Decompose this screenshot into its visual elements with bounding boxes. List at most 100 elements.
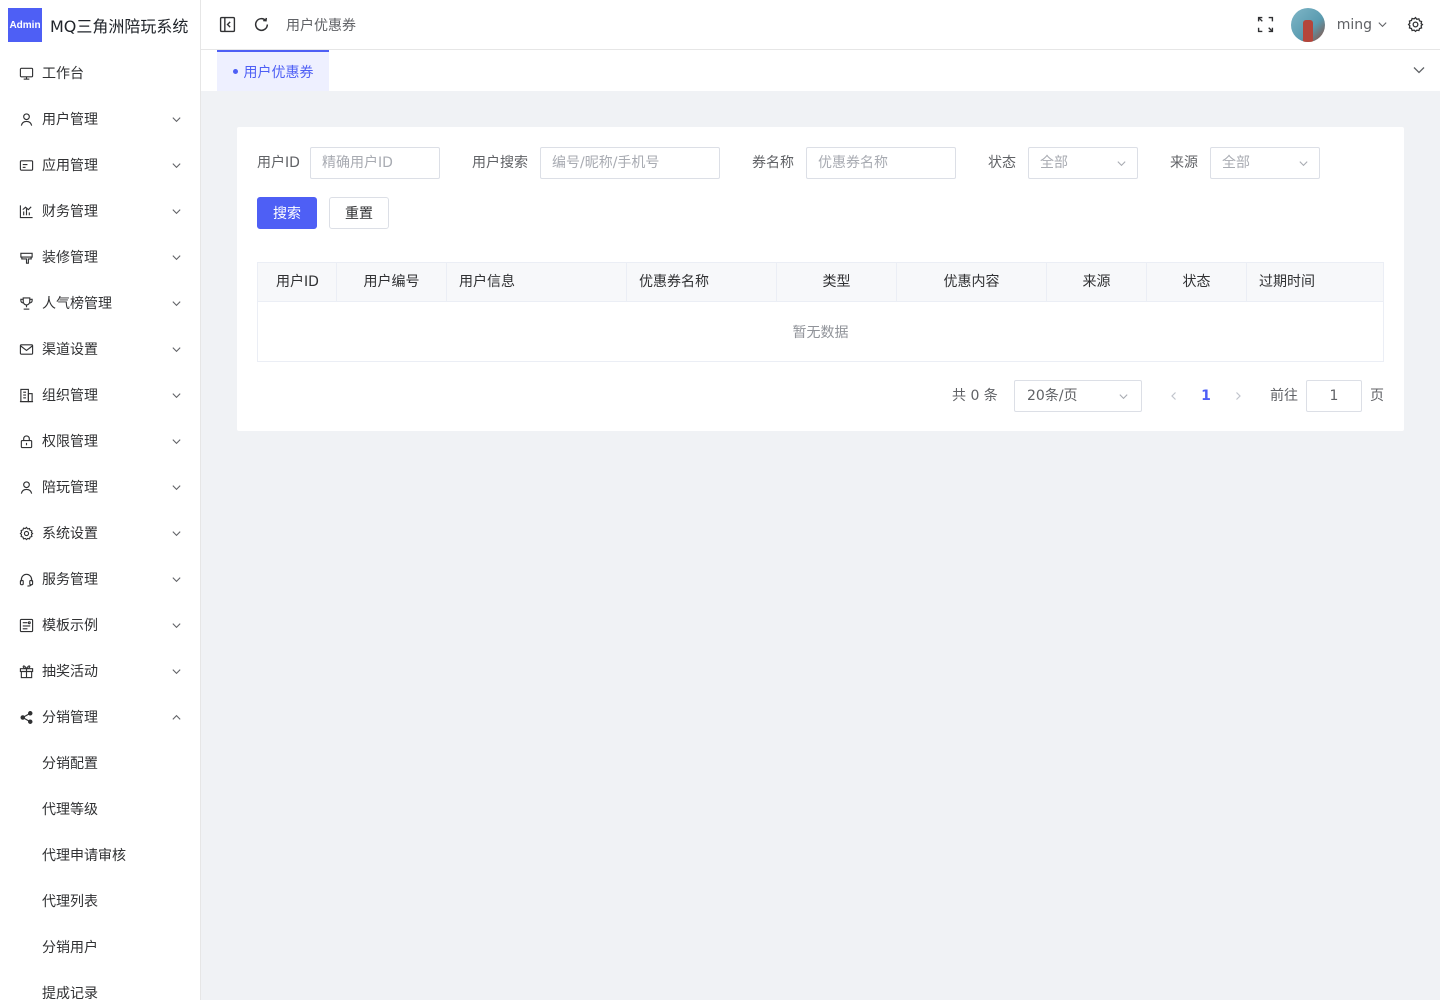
sidebar-item-label: 模板示例 (42, 618, 98, 634)
sidebar: Admin MQ三角洲陪玩系统 工作台用户管理应用管理 财务管理装修管理人气榜管理… (0, 0, 201, 1000)
reset-button[interactable]: 重置 (329, 197, 389, 229)
sidebar-item-label: 渠道设置 (42, 342, 98, 358)
goto-page-input[interactable]: 1 (1306, 380, 1362, 412)
sidebar-item[interactable]: 应用管理 (0, 142, 200, 188)
sidebar-subitem[interactable]: 代理申请审核 (0, 832, 200, 878)
sidebar-item[interactable]: 工作台 (0, 50, 200, 96)
table-column-header: 状态 (1147, 263, 1247, 302)
status-select[interactable]: 全部 (1028, 147, 1138, 179)
sidebar-item[interactable]: 分销管理 (0, 694, 200, 740)
source-select-value: 全部 (1222, 155, 1250, 171)
sidebar-subitem[interactable]: 分销用户 (0, 924, 200, 970)
table-column-header: 用户编号 (337, 263, 447, 302)
top-header: 用户优惠券 ming (201, 0, 1440, 50)
sidebar-item[interactable]: 抽奖活动 (0, 648, 200, 694)
sidebar-item-label: 组织管理 (42, 388, 98, 404)
coupon-table: 用户ID 用户编号 用户信息 优惠券名称 类型 优惠内容 来源 状态 过期时间 暂无数据 (257, 262, 1384, 362)
prev-page-button[interactable] (1166, 380, 1182, 412)
chevron-down-icon (170, 205, 182, 217)
sidebar-item[interactable]: 渠道设置 (0, 326, 200, 372)
mail-icon (18, 341, 34, 357)
chevron-down-icon (170, 297, 182, 309)
chevron-down-icon[interactable] (1412, 63, 1426, 77)
avatar[interactable] (1290, 7, 1325, 42)
chevron-down-icon (170, 665, 182, 677)
headset-icon (18, 571, 34, 587)
table-empty: 暂无数据 (792, 324, 849, 341)
sidebar-item-label: 装修管理 (42, 250, 98, 266)
username: ming (1336, 16, 1372, 33)
chevron-left-icon (1171, 392, 1176, 400)
sidebar-item-label: 分销管理 (42, 710, 98, 726)
app-card-icon (18, 157, 34, 173)
source-select[interactable]: 全部 (1210, 147, 1320, 179)
chevron-down-icon (170, 527, 182, 539)
header-right: ming (1257, 7, 1440, 42)
chevron-down-icon (170, 619, 182, 631)
breadcrumb: 用户优惠券 (286, 17, 356, 34)
page-size-select[interactable]: 20条/页 (1014, 380, 1142, 412)
table-column-header: 过期时间 (1259, 274, 1315, 290)
refresh-icon[interactable] (252, 16, 270, 34)
settings-gear-icon[interactable] (1406, 16, 1424, 34)
collapse-sidebar-icon[interactable] (218, 16, 236, 34)
monitor-icon (18, 65, 34, 81)
sidebar-item[interactable]: 权限管理 (0, 418, 200, 464)
coupon-name-input[interactable]: 优惠券名称 (806, 147, 956, 179)
sidebar-item[interactable]: 财务管理 (0, 188, 200, 234)
sidebar-item[interactable]: 模板示例 (0, 602, 200, 648)
template-icon (18, 617, 34, 633)
trophy-icon (18, 295, 34, 311)
user-id-input[interactable]: 精确用户ID (310, 147, 440, 179)
sidebar-item[interactable]: 用户管理 (0, 96, 200, 142)
content-card: 用户ID 精确用户ID 用户搜索 编号/昵称/手机号 券名称 优惠券名称 状态 … (237, 127, 1404, 431)
gift-icon (18, 663, 34, 679)
sidebar-subitem[interactable]: 提成记录 (0, 970, 200, 1000)
bar-chart-icon (18, 203, 34, 219)
tab-label: 用户优惠券 (243, 64, 314, 81)
user-search-input[interactable]: 编号/昵称/手机号 (540, 147, 720, 179)
page-size-value: 20条/页 (1027, 388, 1078, 404)
sidebar-item[interactable]: 组织管理 (0, 372, 200, 418)
sidebar-item-label: 工作台 (42, 66, 84, 82)
chevron-down-icon (1117, 161, 1126, 167)
sidebar-item[interactable]: 人气榜管理 (0, 280, 200, 326)
chevron-up-icon (170, 711, 182, 723)
logo-badge: Admin (8, 8, 42, 42)
user-icon (18, 111, 34, 127)
sidebar-subitem[interactable]: 分销配置 (0, 740, 200, 786)
page-number-current[interactable]: 1 (1196, 380, 1216, 412)
user-search-label: 用户搜索 (472, 155, 528, 171)
status-select-value: 全部 (1040, 155, 1068, 171)
sidebar-item[interactable]: 系统设置 (0, 510, 200, 556)
office-building-icon (18, 387, 34, 403)
share-icon (18, 709, 34, 725)
table-column-header: 用户ID (258, 263, 337, 302)
sidebar-item[interactable]: 陪玩管理 (0, 464, 200, 510)
sidebar-item[interactable]: 装修管理 (0, 234, 200, 280)
sidebar-item-label: 用户管理 (42, 112, 98, 128)
chevron-down-icon (170, 389, 182, 401)
sidebar-subitem[interactable]: 代理等级 (0, 786, 200, 832)
chevron-down-icon (170, 481, 182, 493)
gear-icon (18, 525, 34, 541)
chevron-down-icon (1299, 161, 1308, 167)
logo[interactable]: Admin MQ三角洲陪玩系统 (0, 0, 200, 50)
sidebar-item[interactable]: 服务管理 (0, 556, 200, 602)
sidebar-item-label: 抽奖活动 (42, 664, 98, 680)
tab-user-coupon[interactable]: 用户优惠券 (217, 50, 329, 91)
table-column-header: 用户信息 (447, 263, 627, 302)
sidebar-item-label: 权限管理 (42, 434, 98, 450)
next-page-button[interactable] (1230, 380, 1246, 412)
table-column-header: 来源 (1047, 263, 1147, 302)
pagination: 共 0 条 20条/页 1 前往 1 页 (237, 380, 1404, 412)
table-column-header: 类型 (777, 263, 897, 302)
search-button[interactable]: 搜索 (257, 197, 317, 229)
user-menu[interactable]: ming (1337, 17, 1388, 33)
sidebar-item-label: 服务管理 (42, 572, 98, 588)
table-column-header: 优惠内容 (897, 263, 1047, 302)
chevron-down-icon (170, 573, 182, 585)
status-label: 状态 (988, 155, 1016, 171)
sidebar-subitem[interactable]: 代理列表 (0, 878, 200, 924)
fullscreen-icon[interactable] (1257, 16, 1275, 34)
